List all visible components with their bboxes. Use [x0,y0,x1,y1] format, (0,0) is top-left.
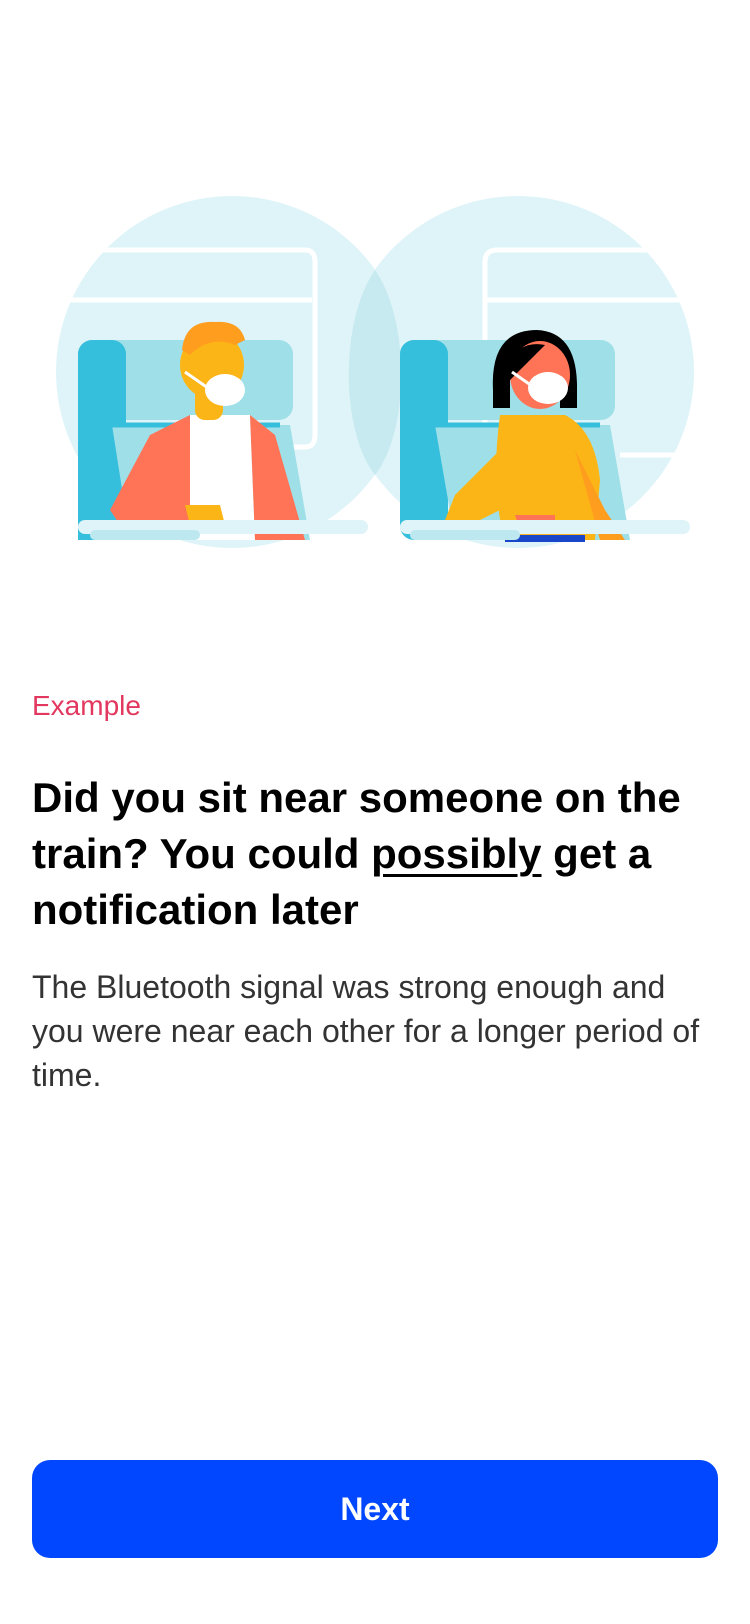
description-text: The Bluetooth signal was strong enough a… [32,969,700,1093]
page-title: Did you sit near someone on the train? Y… [32,770,722,938]
train-passengers-illustration [0,150,750,570]
eyebrow-label: Example [32,690,141,721]
title-emphasis: possibly [371,830,542,877]
next-button[interactable]: Next [32,1460,718,1558]
